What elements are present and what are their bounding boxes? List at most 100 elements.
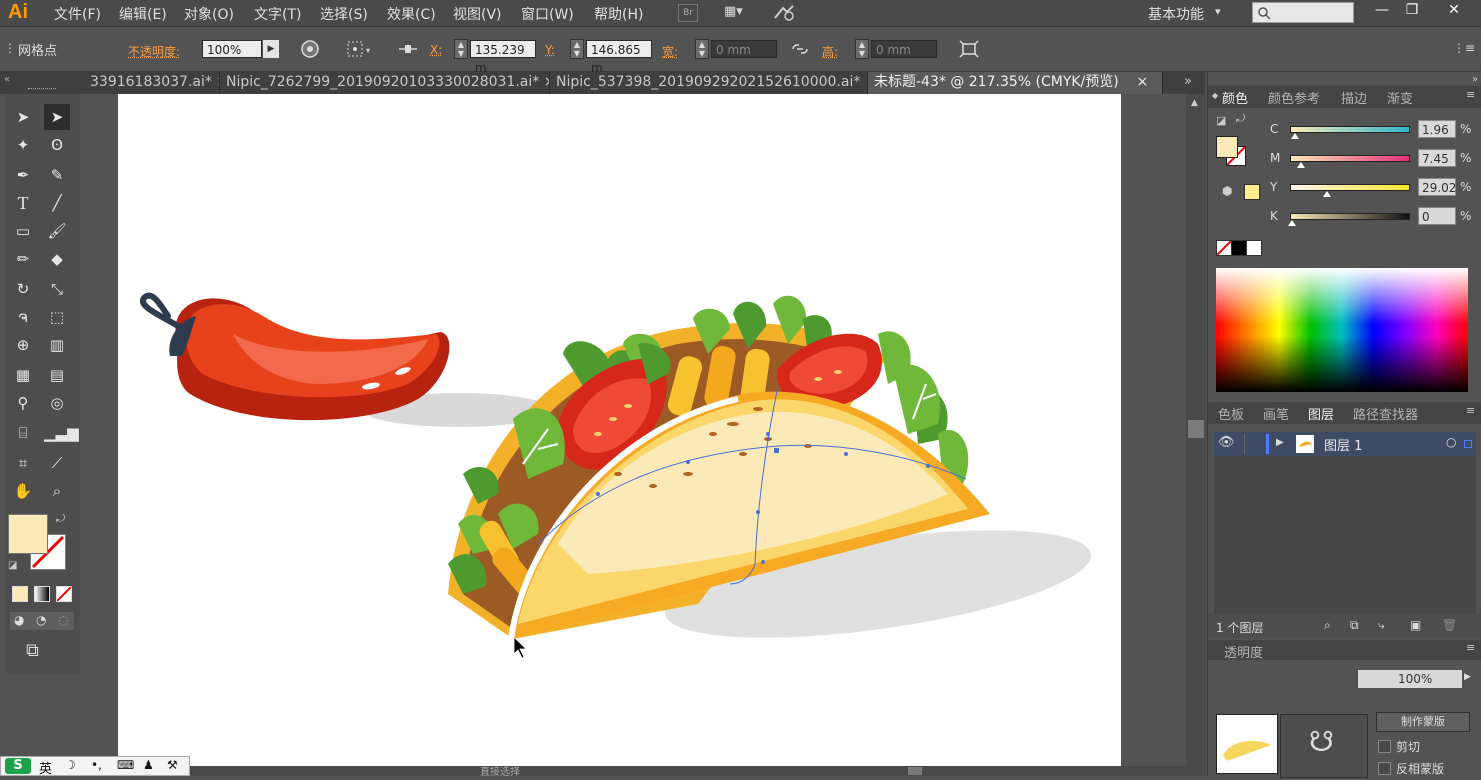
screen-mode-icon[interactable]: ⧉ [26, 640, 39, 661]
new-sublayer-icon[interactable]: ⤷ [1378, 618, 1385, 633]
invert-mask-checkbox[interactable] [1378, 762, 1391, 775]
layer-name[interactable]: 图层 1 [1324, 435, 1362, 454]
channel-y-slider[interactable] [1290, 184, 1410, 191]
tab-brushes[interactable]: 画笔 [1263, 404, 1289, 423]
pencil-tool-icon[interactable]: ✏ [10, 246, 36, 272]
layer-selection-indicator[interactable] [1464, 440, 1472, 448]
channel-k-handle[interactable] [1288, 220, 1296, 226]
none-mode-icon[interactable] [56, 586, 72, 602]
menu-edit[interactable]: 编辑(E) [119, 4, 167, 24]
menu-help[interactable]: 帮助(H) [594, 4, 643, 24]
tab-color[interactable]: 颜色 [1222, 88, 1248, 107]
default-colors-icon[interactable]: ◪ [1216, 114, 1226, 127]
shape-builder-tool-icon[interactable]: ⊕ [10, 332, 36, 358]
tab-color-guide[interactable]: 颜色参考 [1268, 88, 1320, 107]
scale-tool-icon[interactable]: ⤡ [44, 276, 70, 302]
artboard[interactable] [118, 94, 1121, 776]
new-layer-icon[interactable]: ▣ [1410, 618, 1421, 632]
gradient-mode-icon[interactable] [34, 586, 50, 602]
collapse-dock-icon[interactable]: » [1472, 74, 1478, 85]
scroll-up-icon[interactable]: ▲ [1191, 98, 1198, 108]
channel-c-value[interactable]: 1.96 [1418, 120, 1456, 138]
lasso-tool-icon[interactable]: ʘ [44, 132, 70, 158]
sogou-icon[interactable]: S [5, 758, 31, 774]
magic-wand-tool-icon[interactable]: ✦ [10, 132, 36, 158]
artboard-tool-icon[interactable]: ⌗ [10, 450, 36, 476]
make-mask-button[interactable]: 制作蒙版 [1376, 712, 1470, 732]
locate-object-icon[interactable]: ⌕ [1324, 618, 1331, 633]
draw-inside-icon[interactable]: ◌ [58, 613, 68, 627]
rectangle-tool-icon[interactable]: ▭ [10, 218, 36, 244]
eyedropper-tool-icon[interactable]: ⚲ [10, 390, 36, 416]
type-tool-icon[interactable]: T [10, 190, 36, 216]
tab-swatches[interactable]: 色板 [1218, 404, 1244, 423]
visibility-eye-icon[interactable]: 👁 [1218, 435, 1235, 450]
symbol-sprayer-tool-icon[interactable]: ⌸ [10, 420, 36, 446]
ime-punctuation-icon[interactable]: •, [91, 758, 102, 772]
gamut-color-chip[interactable] [1244, 184, 1260, 200]
tab-transparency[interactable]: 透明度 [1224, 642, 1263, 661]
delete-layer-icon[interactable]: 🗑 [1442, 618, 1457, 632]
collapse-panel-icon[interactable]: « [4, 74, 10, 85]
expand-layer-icon[interactable]: ▶ [1276, 437, 1284, 448]
paintbrush-tool-icon[interactable]: 🖌 [44, 218, 70, 244]
warp-tool-icon[interactable]: ຈ [10, 304, 36, 330]
transparency-opacity-field[interactable]: 100% [1358, 670, 1462, 688]
tab-gradient[interactable]: 渐变 [1387, 88, 1413, 107]
channel-m-handle[interactable] [1297, 162, 1305, 168]
default-fill-stroke-icon[interactable]: ◪ [8, 560, 17, 571]
tab-document-active[interactable]: 未标题-43* @ 217.35% (CMYK/预览) × [868, 72, 1163, 94]
workspace-arrow-icon[interactable]: ▾ [1215, 5, 1221, 18]
horizontal-scroll-thumb[interactable] [908, 767, 922, 775]
black-swatch[interactable] [1231, 240, 1247, 256]
maximize-button[interactable]: ❐ [1398, 0, 1426, 22]
chili-pepper[interactable] [143, 296, 450, 420]
hand-tool-icon[interactable]: ✋ [10, 478, 36, 504]
direct-selection-tool-icon[interactable]: ➤ [44, 104, 70, 130]
line-tool-icon[interactable]: ╱ [44, 190, 70, 216]
channel-c-slider[interactable] [1290, 126, 1410, 133]
tab-layers[interactable]: 图层 [1308, 404, 1334, 423]
isolate-icon[interactable] [958, 39, 982, 59]
canvas-vertical-scrollbar[interactable]: ▲ [1186, 94, 1206, 776]
constrain-proportions-icon[interactable] [790, 40, 810, 58]
panel-menu-icon[interactable]: ⋮≡ [1453, 41, 1475, 55]
draw-behind-icon[interactable]: ◔ [36, 613, 46, 627]
ime-language-label[interactable]: 英 [39, 758, 52, 777]
recolor-artwork-icon[interactable] [300, 39, 320, 59]
channel-k-slider[interactable] [1290, 213, 1410, 220]
opacity-field[interactable]: 100% [202, 40, 262, 58]
menu-type[interactable]: 文字(T) [254, 4, 301, 24]
opacity-label[interactable]: 不透明度: [128, 43, 180, 60]
mask-thumbnail[interactable]: ☋ [1280, 714, 1368, 778]
rotate-tool-icon[interactable]: ↻ [10, 276, 36, 302]
more-tabs-icon[interactable]: » [1184, 74, 1192, 89]
height-stepper[interactable]: ▲ ▼ [855, 39, 869, 59]
channel-c-handle[interactable] [1291, 133, 1299, 139]
width-stepper[interactable]: ▲ ▼ [695, 39, 709, 59]
make-clipping-mask-icon[interactable]: ⧉ [1350, 618, 1359, 633]
blend-tool-icon[interactable]: ◎ [44, 390, 70, 416]
channel-y-handle[interactable] [1323, 191, 1331, 197]
layer-target-icon[interactable]: ○ [1446, 435, 1456, 449]
panel-fill-swatch[interactable] [1216, 136, 1238, 158]
close-button[interactable]: ✕ [1440, 0, 1468, 22]
scroll-thumb[interactable] [1188, 420, 1204, 438]
layers-panel-menu-icon[interactable]: ≡ [1466, 404, 1475, 417]
width-field[interactable]: 0 mm [711, 40, 777, 58]
clip-checkbox[interactable] [1378, 740, 1391, 753]
height-field[interactable]: 0 mm [871, 40, 937, 58]
arrange-documents-icon[interactable]: ▦▾ [724, 4, 752, 20]
channel-y-value[interactable]: 29.02 [1418, 178, 1456, 196]
gradient-tool-icon[interactable]: ▤ [44, 362, 70, 388]
ime-user-icon[interactable]: ♟ [143, 758, 154, 772]
y-field[interactable]: 146.865 m [586, 40, 652, 58]
opacity-arrow-icon[interactable]: ▶ [1464, 672, 1471, 682]
ime-keyboard-icon[interactable]: ⌨ [117, 758, 134, 772]
ime-moon-icon[interactable]: ☽ [65, 758, 76, 772]
channel-m-slider[interactable] [1290, 155, 1410, 162]
tab-pathfinder[interactable]: 路径查找器 [1353, 404, 1418, 423]
search-field[interactable] [1252, 2, 1354, 23]
white-swatch[interactable] [1246, 240, 1262, 256]
mesh-tool-icon[interactable]: ▦ [10, 362, 36, 388]
